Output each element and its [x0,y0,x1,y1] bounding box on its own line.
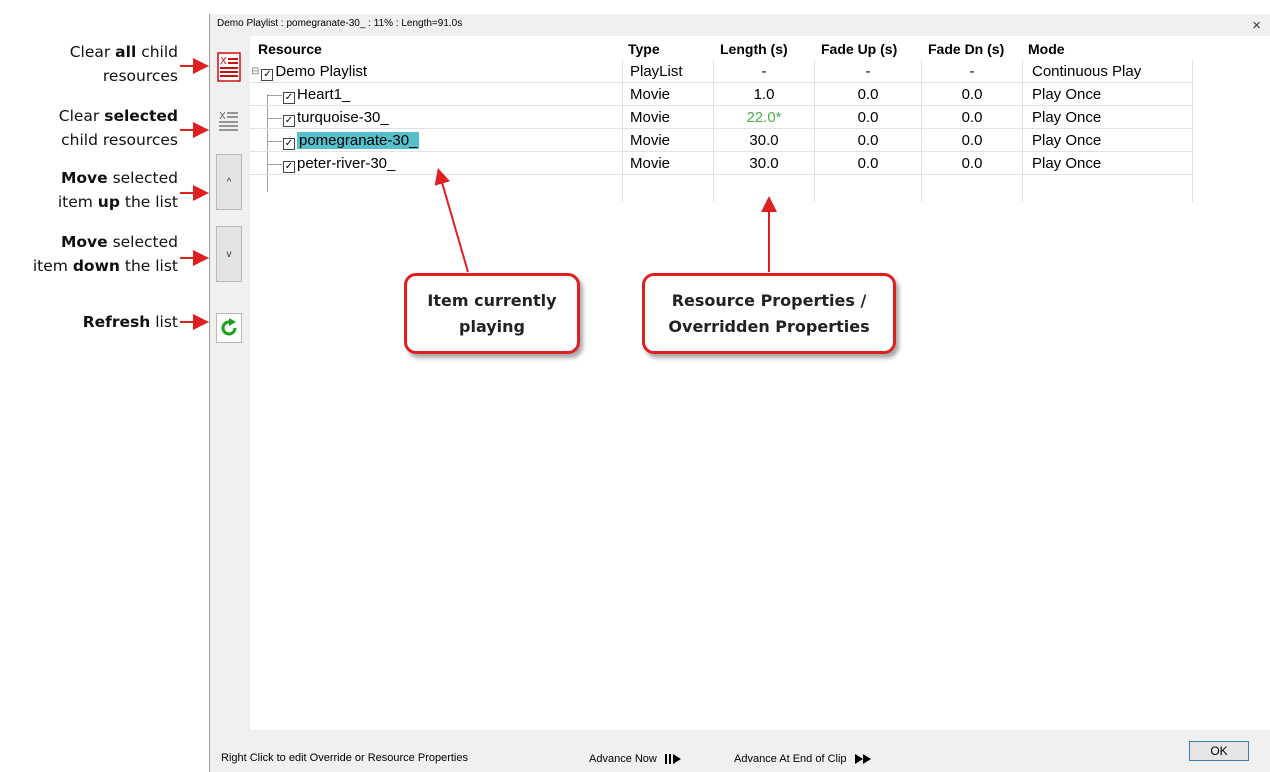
type-cell: Movie [630,109,671,126]
list-header: Resource Type Length (s) Fade Up (s) Fad… [250,36,1270,60]
fade-dn-cell: 0.0 [961,132,983,149]
ok-button[interactable]: OK [1189,741,1249,761]
window-border [209,14,210,772]
callout-item-playing: Item currently playing [404,273,580,354]
move-up-button[interactable]: ^ [216,154,242,210]
advance-now-label: Advance Now [589,753,657,765]
checkbox[interactable]: ✓ [283,91,295,104]
length-cell-overridden: 22.0* [746,109,782,126]
column-header-length[interactable]: Length (s) [720,41,788,57]
refresh-icon [221,318,237,336]
fade-dn-cell: 0.0 [961,109,983,126]
resource-cell: ✓ turquoise-30_ [283,109,389,127]
row-divider [250,174,1192,175]
resource-cell: ✓ pomegranate-30_ [283,132,420,150]
column-header-resource[interactable]: Resource [258,41,322,57]
window-title: Demo Playlist : pomegranate-30_ : 11% : … [217,18,463,29]
length-cell: 1.0 [753,86,775,103]
resource-cell: ⊟ ✓ Demo Playlist [251,63,368,81]
resource-name-selected: pomegranate-30_ [297,132,420,149]
mode-cell: Play Once [1032,86,1102,103]
advance-end-label: Advance At End of Clip [734,753,847,765]
clear-selected-button[interactable]: X [216,104,242,138]
table-row-playing[interactable]: ✓ pomegranate-30_ Movie 30.0 0.0 0.0 Pla… [250,129,1270,152]
clear-all-button[interactable]: X [216,50,242,84]
column-header-mode[interactable]: Mode [1028,41,1065,57]
svg-text:X: X [220,56,227,67]
annotation-clear-selected: Clear selected child resources [58,107,178,149]
table-row[interactable]: ⊟ ✓ Demo Playlist PlayList - - - Continu… [250,60,1270,83]
refresh-button[interactable] [216,313,242,343]
type-cell: Movie [630,132,671,149]
table-row[interactable]: ✓ peter-river-30_ Movie 30.0 0.0 0.0 Pla… [250,152,1270,175]
resource-list[interactable]: Resource Type Length (s) Fade Up (s) Fad… [250,36,1270,730]
resource-name: peter-river-30_ [297,155,396,172]
resource-cell: ✓ Heart1_ [283,86,351,104]
type-cell: Movie [630,155,671,172]
clear-selected-icon: X [219,111,238,131]
fade-up-cell: 0.0 [857,155,879,172]
mode-cell: Continuous Play [1032,63,1142,80]
type-cell: Movie [630,86,671,103]
checkbox[interactable]: ✓ [283,160,295,173]
close-button[interactable]: × [1252,17,1261,34]
column-header-fade-dn[interactable]: Fade Dn (s) [928,41,1004,57]
fade-dn-cell: 0.0 [961,86,983,103]
annotation-clear-all: Clear all child resources [69,43,178,85]
mode-cell: Play Once [1032,155,1102,172]
resource-name: Heart1_ [297,86,351,103]
fade-up-cell: 0.0 [857,109,879,126]
advance-now-button[interactable]: Advance Now [589,752,683,766]
mode-cell: Play Once [1032,132,1102,149]
mode-cell: Play Once [1032,109,1102,126]
length-cell: 30.0 [749,155,779,172]
annotation-move-down: Move selected item down the list [32,233,178,275]
annotation-move-up: Move selected item up the list [57,169,178,211]
fade-up-cell: 0.0 [857,132,879,149]
checkbox[interactable]: ✓ [283,137,295,150]
annotation-refresh: Refresh list [82,313,178,331]
fade-dn-cell: - [969,63,975,80]
callout-resource-properties: Resource Properties / Overridden Properti… [642,273,896,354]
table-row[interactable]: ✓ turquoise-30_ Movie 22.0* 0.0 0.0 Play… [250,106,1270,129]
chevron-up-icon: ^ [226,176,232,188]
move-down-button[interactable]: v [216,226,242,282]
checkbox[interactable]: ✓ [261,68,274,81]
table-row[interactable]: ✓ Heart1_ Movie 1.0 0.0 0.0 Play Once [250,83,1270,106]
length-cell: - [761,63,767,80]
svg-text:X: X [219,111,226,122]
clear-all-icon: X [217,52,241,82]
fade-up-cell: 0.0 [857,86,879,103]
resource-name: Demo Playlist [275,63,368,80]
fade-dn-cell: 0.0 [961,155,983,172]
chevron-down-icon: v [226,248,232,260]
advance-end-icon [854,754,871,764]
resource-cell: ✓ peter-river-30_ [283,155,396,173]
type-cell: PlayList [630,63,683,80]
playlist-dialog: Demo Playlist : pomegranate-30_ : 11% : … [209,14,1270,772]
advance-end-button[interactable]: Advance At End of Clip [734,752,873,766]
advance-now-icon [664,754,681,764]
resource-name: turquoise-30_ [297,109,389,126]
collapse-icon[interactable]: ⊟ [251,66,259,77]
footer-hint: Right Click to edit Override or Resource… [221,752,468,764]
column-header-type[interactable]: Type [628,41,660,57]
column-header-fade-up[interactable]: Fade Up (s) [821,41,897,57]
length-cell: 30.0 [749,132,779,149]
checkbox[interactable]: ✓ [283,114,295,127]
fade-up-cell: - [865,63,871,80]
